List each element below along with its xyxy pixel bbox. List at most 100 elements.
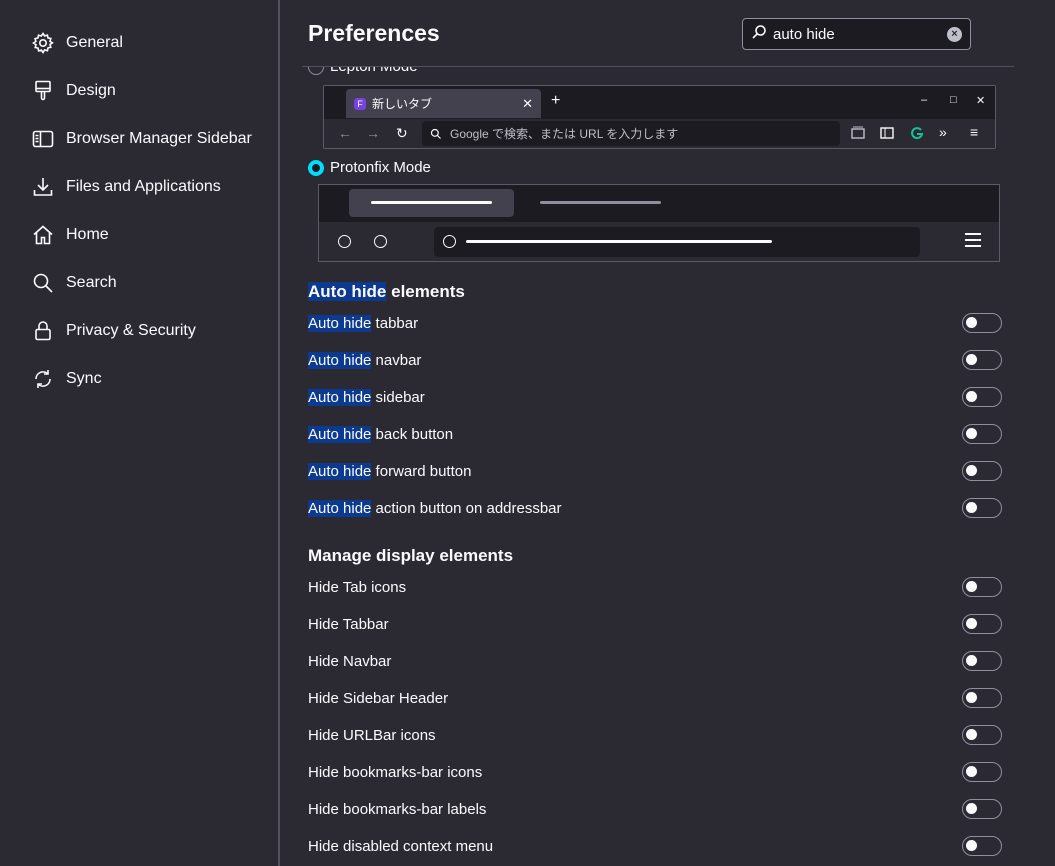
sidebar-toggle-icon bbox=[880, 127, 894, 139]
manage-display-section-title: Manage display elements bbox=[308, 546, 514, 565]
hide-disabled-context-menu-row: Hide disabled context menu bbox=[308, 832, 1002, 860]
preview-tabbar: F 新しいタブ ✕ + – □ ✕ bbox=[324, 86, 995, 119]
option-label: Hide Tabbar bbox=[308, 615, 389, 633]
preview-url-line bbox=[466, 240, 772, 243]
option-label: Hide Navbar bbox=[308, 652, 392, 670]
auto-hide-navbar-toggle[interactable] bbox=[962, 350, 1002, 370]
preview-tab-line bbox=[371, 201, 492, 204]
hide-navbar-toggle[interactable] bbox=[962, 651, 1002, 671]
preview-tab-title: 新しいタブ bbox=[372, 97, 433, 111]
preview-url-placeholder: Google で検索、または URL を入力します bbox=[450, 127, 679, 141]
download-icon bbox=[30, 174, 56, 200]
main-content: Preferences × Lepton Mode F 新しいタブ ✕ + – … bbox=[280, 0, 1055, 866]
auto-hide-action-button-toggle[interactable] bbox=[962, 498, 1002, 518]
home-icon bbox=[30, 222, 56, 248]
preview-tabbar bbox=[319, 185, 999, 222]
preview-urlbar bbox=[434, 227, 920, 257]
sidebar-item-label: Browser Manager Sidebar bbox=[66, 130, 252, 147]
minimize-icon: – bbox=[921, 94, 928, 106]
plus-icon: + bbox=[551, 92, 561, 109]
hide-bookmarks-bar-icons-toggle[interactable] bbox=[962, 762, 1002, 782]
maximize-icon: □ bbox=[950, 94, 957, 106]
auto-hide-forward-button-row: Auto hide forward button bbox=[308, 457, 1002, 485]
sidebar-item-label: General bbox=[66, 34, 123, 51]
header-divider bbox=[302, 66, 1014, 67]
option-label: Hide bookmarks-bar labels bbox=[308, 800, 487, 818]
protonfix-mode-option[interactable]: Protonfix Mode bbox=[308, 159, 431, 176]
hide-bookmarks-bar-icons-row: Hide bookmarks-bar icons bbox=[308, 758, 1002, 786]
paintbrush-icon bbox=[30, 78, 56, 104]
sidebar-item-general[interactable]: General bbox=[30, 25, 123, 61]
sidebar-item-design[interactable]: Design bbox=[30, 73, 116, 109]
back-arrow-icon: ← bbox=[338, 125, 352, 141]
lepton-mode-preview: F 新しいタブ ✕ + – □ ✕ ← → ↻ Google で検索、または U… bbox=[323, 85, 996, 149]
search-icon bbox=[751, 24, 767, 45]
auto-hide-back-button-toggle[interactable] bbox=[962, 424, 1002, 444]
close-icon: ✕ bbox=[522, 95, 533, 111]
clear-search-icon[interactable]: × bbox=[947, 27, 962, 42]
option-label: Auto hide forward button bbox=[308, 462, 472, 480]
sidebar-item-search[interactable]: Search bbox=[30, 265, 117, 301]
option-label: Auto hide back button bbox=[308, 425, 454, 443]
lock-icon bbox=[30, 318, 56, 344]
forward-arrow-icon: → bbox=[366, 125, 380, 141]
auto-hide-tabbar-row: Auto hide tabbar bbox=[308, 309, 1002, 337]
option-label: Hide Sidebar Header bbox=[308, 689, 449, 707]
hide-tabbar-toggle[interactable] bbox=[962, 614, 1002, 634]
sidebar-item-privacy-security[interactable]: Privacy & Security bbox=[30, 313, 196, 349]
hide-bookmarks-bar-labels-toggle[interactable] bbox=[962, 799, 1002, 819]
sidebar-item-files-and-applications[interactable]: Files and Applications bbox=[30, 169, 221, 205]
search-icon bbox=[30, 270, 56, 296]
search-box[interactable]: × bbox=[742, 18, 971, 50]
hide-tabbar-row: Hide Tabbar bbox=[308, 610, 1002, 638]
option-label: Auto hide sidebar bbox=[308, 388, 425, 406]
sidebar-item-browser-manager-sidebar[interactable]: Browser Manager Sidebar bbox=[30, 121, 252, 157]
search-input[interactable] bbox=[773, 25, 943, 43]
hide-disabled-context-menu-toggle[interactable] bbox=[962, 836, 1002, 856]
protonfix-mode-radio[interactable] bbox=[308, 159, 324, 176]
auto-hide-section-title: Auto hide elements bbox=[308, 282, 465, 301]
preview-tab: F 新しいタブ ✕ bbox=[346, 89, 541, 118]
hide-navbar-row: Hide Navbar bbox=[308, 647, 1002, 675]
reload-icon: ↻ bbox=[396, 125, 408, 141]
auto-hide-navbar-row: Auto hide navbar bbox=[308, 346, 1002, 374]
option-label: Auto hide navbar bbox=[308, 351, 422, 369]
sidebar-icon bbox=[30, 126, 56, 152]
sidebar-item-home[interactable]: Home bbox=[30, 217, 109, 253]
menu-icon: ≡ bbox=[970, 124, 979, 140]
option-label: Hide disabled context menu bbox=[308, 837, 494, 855]
preview-navbar: ← → ↻ Google で検索、または URL を入力します » ≡ bbox=[324, 119, 995, 148]
sync-icon bbox=[30, 366, 56, 392]
auto-hide-sidebar-row: Auto hide sidebar bbox=[308, 383, 1002, 411]
hide-urlbar-icons-toggle[interactable] bbox=[962, 725, 1002, 745]
preview-urlbar: Google で検索、または URL を入力します bbox=[422, 121, 840, 146]
protonfix-mode-label: Protonfix Mode bbox=[330, 159, 431, 176]
sidebar-item-label: Home bbox=[66, 226, 109, 243]
hide-sidebar-header-toggle[interactable] bbox=[962, 688, 1002, 708]
sidebar-item-label: Files and Applications bbox=[66, 178, 221, 195]
option-label: Hide URLBar icons bbox=[308, 726, 436, 744]
overflow-chevron-icon: » bbox=[939, 124, 947, 140]
floorp-icon: F bbox=[354, 97, 366, 110]
page-title: Preferences bbox=[308, 20, 440, 46]
auto-hide-action-button-row: Auto hide action button on addressbar bbox=[308, 494, 1002, 522]
hide-sidebar-header-row: Hide Sidebar Header bbox=[308, 684, 1002, 712]
sidebar-item-label: Privacy & Security bbox=[66, 322, 196, 339]
auto-hide-back-button-row: Auto hide back button bbox=[308, 420, 1002, 448]
sidebar-item-label: Design bbox=[66, 82, 116, 99]
option-label: Auto hide tabbar bbox=[308, 314, 419, 332]
protonfix-mode-preview bbox=[318, 184, 1000, 262]
library-icon bbox=[851, 126, 865, 139]
auto-hide-forward-button-toggle[interactable] bbox=[962, 461, 1002, 481]
menu-icon bbox=[965, 233, 981, 251]
back-circle-icon bbox=[338, 235, 351, 248]
sidebar-item-sync[interactable]: Sync bbox=[30, 361, 102, 397]
sidebar-item-label: Search bbox=[66, 274, 117, 291]
auto-hide-sidebar-toggle[interactable] bbox=[962, 387, 1002, 407]
grammarly-icon bbox=[911, 127, 924, 140]
hide-tab-icons-toggle[interactable] bbox=[962, 577, 1002, 597]
sidebar-item-label: Sync bbox=[66, 370, 102, 387]
auto-hide-tabbar-toggle[interactable] bbox=[962, 313, 1002, 333]
hide-urlbar-icons-row: Hide URLBar icons bbox=[308, 721, 1002, 749]
hide-bookmarks-bar-labels-row: Hide bookmarks-bar labels bbox=[308, 795, 1002, 823]
